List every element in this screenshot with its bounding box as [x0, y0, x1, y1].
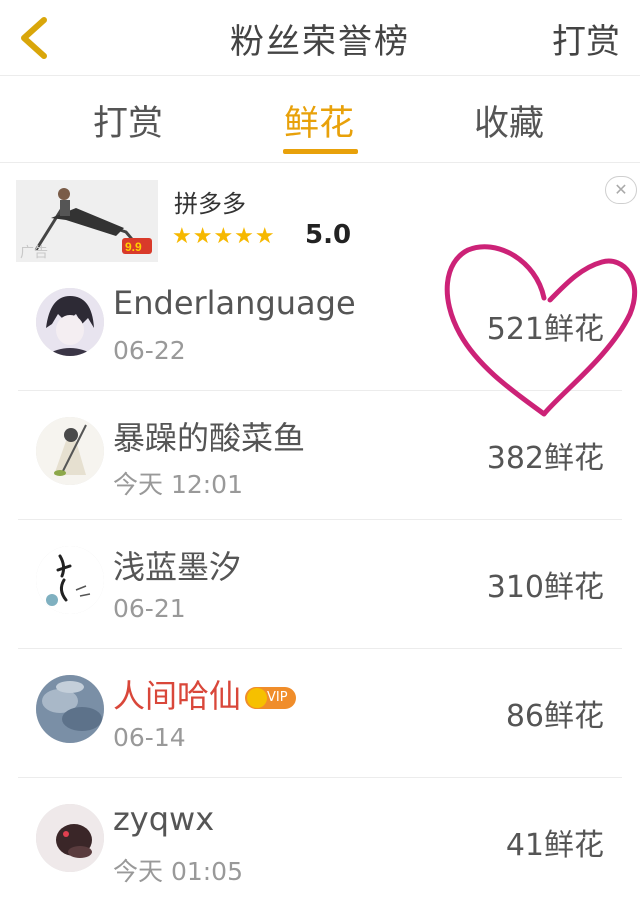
time: 今天 01:05: [113, 857, 243, 886]
time: 今天 12:01: [113, 470, 243, 499]
avatar[interactable]: [36, 417, 104, 485]
list-item[interactable]: Enderlanguage 06-22 521鲜花: [0, 262, 640, 391]
vip-badge: VIP: [245, 687, 296, 709]
close-icon: ✕: [614, 180, 628, 199]
active-tab-indicator: [283, 149, 358, 154]
avatar[interactable]: [36, 675, 104, 743]
page-title: 粉丝荣誉榜: [230, 22, 410, 62]
ad-stars: ★★★★★: [172, 224, 276, 249]
username-row[interactable]: 人间哈仙 VIP: [113, 671, 296, 717]
list-item[interactable]: 暴躁的酸菜鱼 今天 12:01 382鲜花: [0, 391, 640, 520]
username[interactable]: zyqwx: [113, 800, 214, 838]
tab-flowers[interactable]: 鲜花: [284, 95, 354, 146]
tab-favorites[interactable]: 收藏: [474, 95, 544, 146]
flower-count: 521鲜花: [486, 312, 604, 347]
avatar[interactable]: [36, 546, 104, 614]
list-item[interactable]: 浅蓝墨汐 06-21 310鲜花: [0, 520, 640, 649]
ad-close-button[interactable]: ✕: [605, 176, 637, 204]
time: 06-21: [113, 594, 186, 623]
top-bar: 粉丝荣誉榜 打赏: [0, 0, 640, 76]
list-item[interactable]: zyqwx 今天 01:05 41鲜花: [0, 778, 640, 901]
flower-count: 382鲜花: [486, 441, 604, 476]
flower-count: 41鲜花: [505, 828, 604, 863]
reward-button[interactable]: 打赏: [552, 14, 620, 63]
avatar[interactable]: [36, 804, 104, 872]
username[interactable]: Enderlanguage: [113, 284, 356, 322]
time: 06-14: [113, 723, 186, 752]
tab-reward[interactable]: 打赏: [93, 95, 163, 146]
vip-label: VIP: [267, 690, 288, 705]
ad-rating: 5.0: [305, 220, 352, 250]
ad-price-label: 9.9: [125, 240, 142, 254]
username[interactable]: 暴躁的酸菜鱼: [113, 413, 305, 459]
username[interactable]: 人间哈仙: [113, 677, 241, 715]
username[interactable]: 浅蓝墨汐: [113, 542, 241, 588]
flower-count: 86鲜花: [505, 699, 604, 734]
time: 06-22: [113, 336, 186, 365]
tab-bar: 打赏 鲜花 收藏: [0, 77, 640, 163]
ad-tag: 广告: [20, 245, 48, 261]
flower-count: 310鲜花: [486, 570, 604, 605]
avatar[interactable]: [36, 288, 104, 356]
crown-icon: [247, 688, 268, 708]
list-item[interactable]: 人间哈仙 VIP 06-14 86鲜花: [0, 649, 640, 778]
ad-app-name[interactable]: 拼多多: [174, 184, 246, 219]
